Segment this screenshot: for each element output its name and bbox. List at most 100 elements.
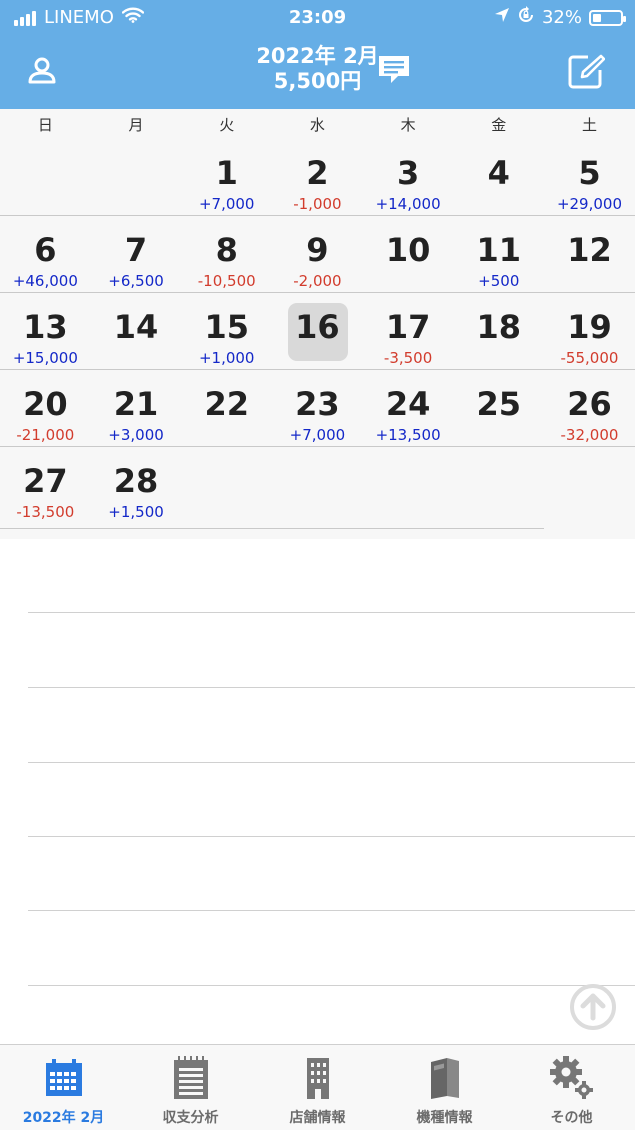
day-number: 13 (23, 308, 68, 346)
weekday-label: 土 (581, 116, 597, 134)
grid-divider (0, 528, 544, 529)
day-cell[interactable]: 11 +500 (453, 216, 544, 292)
current-month: 2022年 2月 (256, 44, 379, 68)
day-cell[interactable]: 26 -32,000 (544, 370, 635, 446)
weekday-header: 日 月 火 水 木 金 土 (0, 109, 635, 139)
calendar-week: 6 +46,000 7 +6,500 8 -10,500 9 -2,000 10 11 +500 12 (0, 216, 635, 293)
day-number: 12 (567, 231, 612, 269)
day-cell[interactable]: 24 +13,500 (363, 370, 454, 446)
status-bar: LINEMO 23:09 32% (0, 0, 635, 36)
day-number: 19 (567, 308, 612, 346)
day-cell[interactable]: 1 +7,000 (181, 139, 272, 215)
day-number: 15 (204, 308, 249, 346)
day-cell[interactable]: 8 -10,500 (181, 216, 272, 292)
tab-analysis[interactable]: 収支分析 (127, 1045, 254, 1130)
day-cell[interactable]: 12 (544, 216, 635, 292)
day-cell[interactable]: 25 (453, 370, 544, 446)
day-cell[interactable]: 22 (181, 370, 272, 446)
message-icon[interactable] (374, 50, 414, 90)
book-icon (381, 1055, 508, 1101)
empty-day-cell (544, 447, 635, 523)
tab-label: 店舗情報 (289, 1110, 346, 1126)
day-cell[interactable]: 16 (272, 293, 363, 369)
day-number: 7 (124, 231, 148, 269)
day-number: 26 (567, 385, 612, 423)
edit-icon[interactable] (566, 52, 606, 92)
day-amount: +6,500 (108, 272, 164, 290)
tab-label: 収支分析 (162, 1110, 219, 1126)
empty-day-cell (363, 447, 454, 523)
day-amount: +500 (478, 272, 520, 290)
note-line (28, 985, 635, 986)
building-icon (254, 1055, 381, 1101)
day-cell[interactable]: 19 -55,000 (544, 293, 635, 369)
day-number: 10 (385, 231, 431, 269)
day-cell[interactable]: 2 -1,000 (272, 139, 363, 215)
day-number: 24 (385, 385, 431, 423)
day-cell[interactable]: 4 (453, 139, 544, 215)
weekday-label: 水 (309, 116, 325, 134)
empty-day-cell (272, 447, 363, 523)
empty-day-cell (0, 139, 91, 215)
note-line (28, 762, 635, 763)
arrow-up-circle-icon[interactable] (569, 983, 617, 1031)
day-cell[interactable]: 6 +46,000 (0, 216, 91, 292)
notes-area (0, 539, 635, 1044)
note-line (28, 910, 635, 911)
day-number: 27 (23, 462, 68, 500)
day-amount: +3,000 (108, 426, 164, 444)
day-cell[interactable]: 27 -13,500 (0, 447, 91, 523)
day-amount: -10,500 (197, 272, 256, 290)
weekday-label: 月 (128, 116, 144, 134)
day-cell[interactable]: 28 +1,500 (91, 447, 182, 523)
notepad-icon (127, 1055, 254, 1101)
day-cell[interactable]: 21 +3,000 (91, 370, 182, 446)
tab-stores[interactable]: 店舗情報 (254, 1045, 381, 1130)
day-number: 5 (578, 154, 601, 192)
weekday-label: 金 (491, 116, 507, 134)
day-amount: +7,000 (198, 195, 255, 213)
day-cell[interactable]: 17 -3,500 (363, 293, 454, 369)
calendar-week: 1 +7,000 2 -1,000 3 +14,000 4 5 +29,000 (0, 139, 635, 216)
day-number: 4 (487, 154, 510, 192)
weekday-label: 木 (400, 116, 416, 134)
day-cell[interactable]: 7 +6,500 (91, 216, 182, 292)
day-cell[interactable]: 18 (453, 293, 544, 369)
day-number: 11 (476, 231, 522, 269)
calendar-week: 13 +15,000 14 15 +1,000 16 17 -3,500 18 19 -55,000 (0, 293, 635, 370)
day-cell[interactable]: 14 (91, 293, 182, 369)
day-amount: +29,000 (556, 195, 622, 213)
day-cell[interactable]: 15 +1,000 (181, 293, 272, 369)
calendar-grid: 1 +7,000 2 -1,000 3 +14,000 4 5 +29,000 6 +46,000 7… (0, 139, 635, 539)
note-line (28, 836, 635, 837)
gear-icon (508, 1055, 635, 1101)
day-cell[interactable]: 23 +7,000 (272, 370, 363, 446)
day-amount: +1,000 (198, 349, 255, 367)
day-amount: -3,500 (383, 349, 433, 367)
weekday-label: 火 (219, 116, 235, 134)
day-number: 8 (215, 231, 238, 269)
tab-bar: 2022年 2月 収支分析 店舗情報 機種情報 その他 (0, 1044, 635, 1130)
day-cell[interactable]: 13 +15,000 (0, 293, 91, 369)
day-amount: -21,000 (16, 426, 75, 444)
tab-machines[interactable]: 機種情報 (381, 1045, 508, 1130)
battery-icon (589, 9, 626, 26)
day-cell[interactable]: 3 +14,000 (363, 139, 454, 215)
day-cell[interactable]: 10 (363, 216, 454, 292)
header-title: 2022年 2月 5,500円 (0, 44, 635, 94)
day-number: 20 (23, 385, 68, 423)
day-amount: -55,000 (560, 349, 619, 367)
day-amount: +1,500 (108, 503, 164, 521)
day-amount: +7,000 (289, 426, 346, 444)
day-number: 14 (113, 308, 159, 346)
day-amount: -1,000 (293, 195, 342, 213)
day-amount: +13,500 (375, 426, 441, 444)
tab-other[interactable]: その他 (508, 1045, 635, 1130)
tab-calendar[interactable]: 2022年 2月 (0, 1045, 127, 1130)
day-amount: -2,000 (293, 272, 342, 290)
day-cell[interactable]: 9 -2,000 (272, 216, 363, 292)
battery-percent: 32% (541, 7, 582, 28)
day-cell[interactable]: 5 +29,000 (544, 139, 635, 215)
day-cell[interactable]: 20 -21,000 (0, 370, 91, 446)
calendar-week: 20 -21,000 21 +3,000 22 23 +7,000 24 +13,500 25 26… (0, 370, 635, 447)
